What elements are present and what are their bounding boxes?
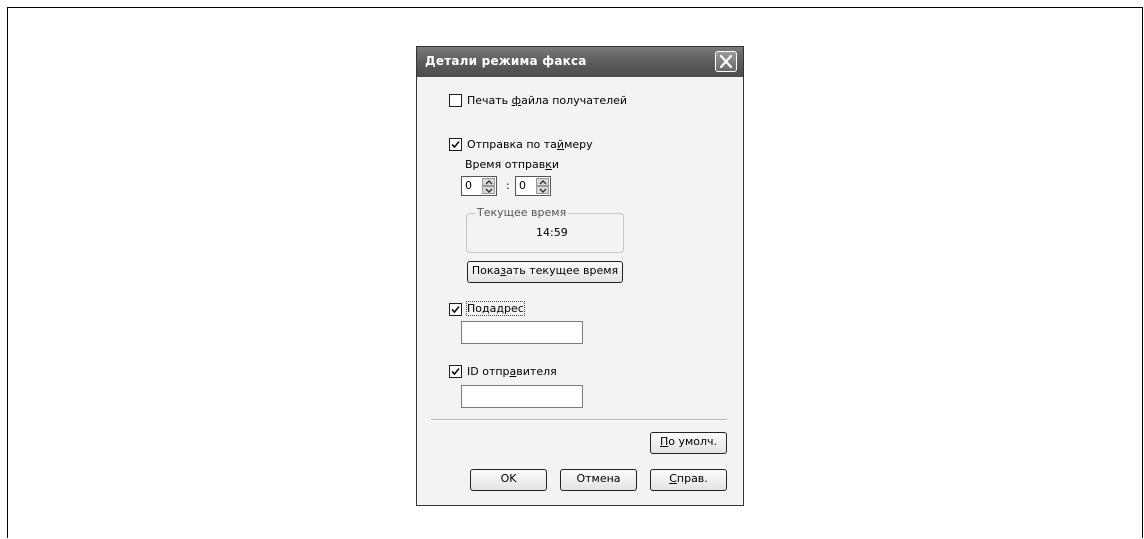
minutes-spinner[interactable]: 0 (515, 176, 551, 196)
close-icon (720, 55, 732, 68)
chevron-down-icon (539, 188, 547, 193)
help-button[interactable]: Справ. (650, 469, 727, 491)
subaddress-checkbox[interactable] (449, 303, 462, 316)
separator-line (431, 419, 727, 421)
minutes-value[interactable]: 0 (519, 179, 526, 192)
label-part: Пока (471, 264, 501, 277)
hours-up-button[interactable] (482, 178, 495, 186)
checkmark-icon (451, 305, 460, 314)
timer-send-label[interactable]: Отправка по таймеру (467, 138, 593, 151)
chevron-up-icon (539, 180, 547, 185)
fax-mode-details-dialog: Детали режима факса Печать файла получат… (416, 46, 744, 506)
hours-value[interactable]: 0 (465, 179, 472, 192)
label-part: прав. (676, 472, 708, 485)
label-part: Печать (467, 94, 512, 107)
minutes-up-button[interactable] (536, 178, 549, 186)
label-part: Время отправ (465, 158, 546, 171)
label-accel: й (556, 138, 565, 151)
subaddress-input[interactable] (461, 321, 583, 344)
label-part: вителя (516, 365, 557, 378)
ok-button[interactable]: OK (470, 469, 547, 491)
label-accel: д (482, 302, 490, 315)
show-current-time-button[interactable]: Показать текущее время (467, 261, 623, 283)
sender-id-input[interactable] (461, 385, 583, 408)
label-part: меру (564, 138, 593, 151)
label-part: По (467, 302, 483, 315)
label-part: о умолч. (668, 435, 718, 448)
label-part: Отправка по та (467, 138, 557, 151)
time-separator: : (506, 179, 510, 192)
timer-send-checkbox[interactable] (449, 138, 462, 151)
label-part: адрес (489, 302, 524, 315)
cancel-button[interactable]: Отмена (560, 469, 637, 491)
checkmark-icon (451, 140, 460, 149)
label-accel: П (659, 435, 669, 448)
chevron-up-icon (485, 180, 493, 185)
label-part: и (551, 158, 560, 171)
print-recipients-checkbox[interactable] (449, 94, 462, 107)
label-part: айла получателей (521, 94, 628, 107)
subaddress-label[interactable]: Подадрес (466, 301, 525, 316)
chevron-down-icon (485, 188, 493, 193)
current-time-group-label: Текущее время (475, 206, 569, 219)
label-part: ID отпр (467, 365, 510, 378)
label-part: ать текущее время (506, 264, 619, 277)
current-time-value: 14:59 (536, 226, 568, 239)
sender-id-label[interactable]: ID отправителя (467, 365, 557, 378)
label-accel: С (669, 472, 677, 485)
minutes-down-button[interactable] (536, 186, 549, 194)
label-accel: ф (511, 94, 522, 107)
close-button[interactable] (715, 51, 737, 72)
sender-id-checkbox[interactable] (449, 365, 462, 378)
send-time-label: Время отправки (465, 158, 559, 171)
current-time-group: Текущее время 14:59 (466, 206, 624, 253)
dialog-title: Детали режима факса (425, 54, 587, 68)
hours-down-button[interactable] (482, 186, 495, 194)
hours-spinner[interactable]: 0 (461, 176, 497, 196)
label-accel: к (545, 158, 552, 171)
default-button[interactable]: По умолч. (650, 432, 727, 454)
print-recipients-label[interactable]: Печать файла получателей (467, 94, 627, 107)
checkmark-icon (451, 367, 460, 376)
title-bar[interactable]: Детали режима факса (417, 47, 743, 77)
